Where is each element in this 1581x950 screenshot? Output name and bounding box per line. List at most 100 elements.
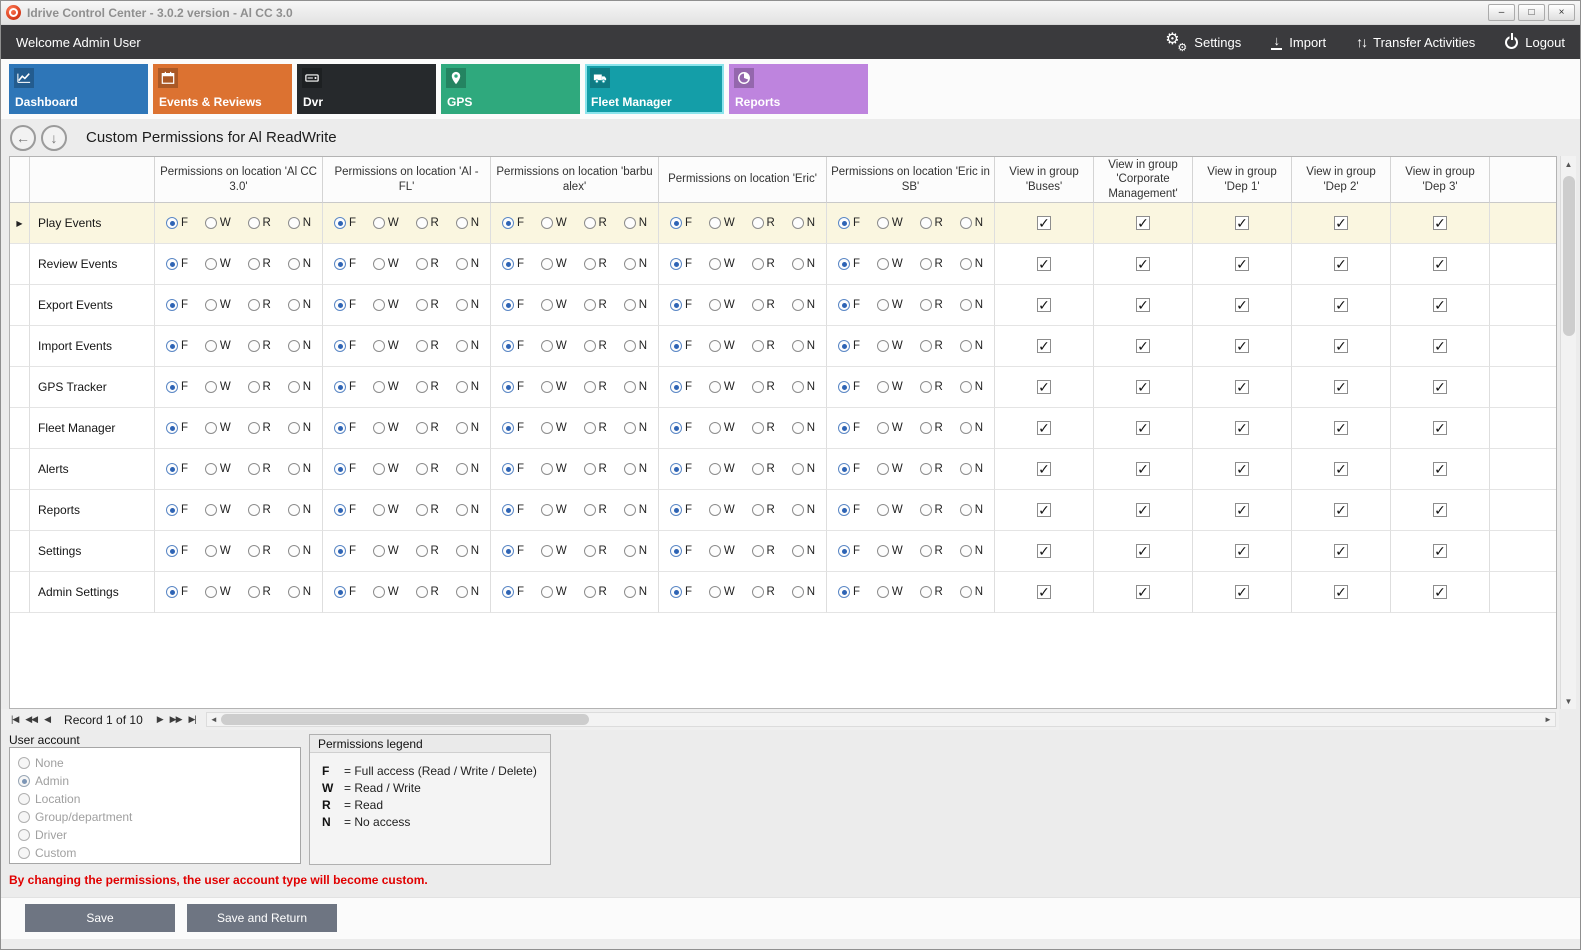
radio-button[interactable] bbox=[752, 381, 764, 393]
group-checkbox[interactable]: ✓ bbox=[1136, 421, 1150, 435]
permission-radio-w[interactable]: W bbox=[373, 217, 399, 229]
radio-button[interactable] bbox=[456, 422, 468, 434]
radio-button[interactable] bbox=[416, 422, 428, 434]
permission-radio-f[interactable]: F bbox=[838, 381, 860, 393]
radio-button[interactable] bbox=[584, 586, 596, 598]
permission-radio-f[interactable]: F bbox=[334, 299, 356, 311]
permission-radio-r[interactable]: R bbox=[416, 340, 439, 352]
permission-radio-n[interactable]: N bbox=[960, 545, 983, 557]
radio-button[interactable] bbox=[752, 422, 764, 434]
permission-radio-r[interactable]: R bbox=[416, 545, 439, 557]
permission-radio-f[interactable]: F bbox=[166, 381, 188, 393]
permission-radio-r[interactable]: R bbox=[752, 217, 775, 229]
permission-radio-n[interactable]: N bbox=[624, 422, 647, 434]
permission-radio-f[interactable]: F bbox=[502, 463, 524, 475]
radio-button[interactable] bbox=[792, 381, 804, 393]
radio-button[interactable] bbox=[456, 299, 468, 311]
permission-radio-f[interactable]: F bbox=[838, 217, 860, 229]
radio-button[interactable] bbox=[670, 422, 682, 434]
group-checkbox[interactable]: ✓ bbox=[1433, 462, 1447, 476]
nav-last-button[interactable]: ▶| bbox=[189, 714, 196, 725]
radio-button[interactable] bbox=[920, 463, 932, 475]
permission-radio-r[interactable]: R bbox=[752, 340, 775, 352]
radio-button[interactable] bbox=[416, 217, 428, 229]
permission-radio-w[interactable]: W bbox=[541, 545, 567, 557]
permission-radio-n[interactable]: N bbox=[792, 258, 815, 270]
radio-button[interactable] bbox=[624, 217, 636, 229]
permission-radio-w[interactable]: W bbox=[205, 422, 231, 434]
radio-button[interactable] bbox=[502, 340, 514, 352]
radio-button[interactable] bbox=[960, 463, 972, 475]
radio-button[interactable] bbox=[373, 586, 385, 598]
permission-radio-w[interactable]: W bbox=[709, 463, 735, 475]
permission-radio-f[interactable]: F bbox=[334, 340, 356, 352]
permission-radio-r[interactable]: R bbox=[248, 463, 271, 475]
permission-radio-f[interactable]: F bbox=[334, 258, 356, 270]
table-row[interactable]: Review EventsFWRNFWRNFWRNFWRNFWRN✓✓✓✓✓ bbox=[10, 244, 1556, 285]
permission-radio-w[interactable]: W bbox=[373, 504, 399, 516]
permission-radio-f[interactable]: F bbox=[166, 340, 188, 352]
permission-radio-r[interactable]: R bbox=[248, 340, 271, 352]
radio-button[interactable] bbox=[920, 545, 932, 557]
group-checkbox[interactable]: ✓ bbox=[1334, 380, 1348, 394]
nav-prev-button[interactable]: ◀ bbox=[44, 714, 50, 725]
radio-button[interactable] bbox=[752, 463, 764, 475]
radio-button[interactable] bbox=[373, 422, 385, 434]
permission-radio-n[interactable]: N bbox=[456, 340, 479, 352]
permission-radio-r[interactable]: R bbox=[752, 504, 775, 516]
logout-action[interactable]: Logout bbox=[1505, 35, 1565, 50]
permission-radio-f[interactable]: F bbox=[502, 258, 524, 270]
radio-button[interactable] bbox=[248, 258, 260, 270]
radio-button[interactable] bbox=[166, 463, 178, 475]
permission-radio-w[interactable]: W bbox=[205, 586, 231, 598]
permission-radio-r[interactable]: R bbox=[920, 545, 943, 557]
radio-button[interactable] bbox=[838, 258, 850, 270]
minimize-button[interactable]: – bbox=[1488, 4, 1515, 21]
group-checkbox[interactable]: ✓ bbox=[1235, 585, 1249, 599]
radio-button[interactable] bbox=[960, 258, 972, 270]
permission-radio-n[interactable]: N bbox=[624, 217, 647, 229]
permission-radio-r[interactable]: R bbox=[248, 504, 271, 516]
group-checkbox[interactable]: ✓ bbox=[1037, 380, 1051, 394]
radio-button[interactable] bbox=[792, 504, 804, 516]
permission-radio-n[interactable]: N bbox=[288, 299, 311, 311]
group-checkbox[interactable]: ✓ bbox=[1235, 544, 1249, 558]
permission-radio-w[interactable]: W bbox=[709, 422, 735, 434]
permission-radio-f[interactable]: F bbox=[166, 463, 188, 475]
radio-button[interactable] bbox=[373, 381, 385, 393]
group-checkbox[interactable]: ✓ bbox=[1235, 421, 1249, 435]
permission-radio-w[interactable]: W bbox=[541, 299, 567, 311]
permission-radio-r[interactable]: R bbox=[752, 258, 775, 270]
radio-button[interactable] bbox=[334, 504, 346, 516]
permission-radio-f[interactable]: F bbox=[166, 586, 188, 598]
radio-button[interactable] bbox=[541, 504, 553, 516]
radio-button[interactable] bbox=[288, 586, 300, 598]
permission-radio-r[interactable]: R bbox=[416, 586, 439, 598]
permission-radio-n[interactable]: N bbox=[456, 586, 479, 598]
permission-radio-w[interactable]: W bbox=[709, 586, 735, 598]
radio-button[interactable] bbox=[502, 504, 514, 516]
table-row[interactable]: SettingsFWRNFWRNFWRNFWRNFWRN✓✓✓✓✓ bbox=[10, 531, 1556, 572]
close-button[interactable]: × bbox=[1548, 4, 1575, 21]
group-checkbox[interactable]: ✓ bbox=[1136, 503, 1150, 517]
permission-radio-w[interactable]: W bbox=[541, 340, 567, 352]
permission-radio-r[interactable]: R bbox=[248, 422, 271, 434]
tab-dashboard[interactable]: Dashboard bbox=[9, 64, 148, 114]
maximize-button[interactable]: □ bbox=[1518, 4, 1545, 21]
permission-radio-w[interactable]: W bbox=[541, 217, 567, 229]
table-row[interactable]: GPS TrackerFWRNFWRNFWRNFWRNFWRN✓✓✓✓✓ bbox=[10, 367, 1556, 408]
radio-button[interactable] bbox=[838, 217, 850, 229]
permission-radio-f[interactable]: F bbox=[334, 586, 356, 598]
table-row[interactable]: ReportsFWRNFWRNFWRNFWRNFWRN✓✓✓✓✓ bbox=[10, 490, 1556, 531]
radio-button[interactable] bbox=[670, 299, 682, 311]
nav-prev-page-button[interactable]: ◀◀ bbox=[25, 714, 37, 725]
permission-radio-f[interactable]: F bbox=[838, 299, 860, 311]
radio-button[interactable] bbox=[541, 463, 553, 475]
radio-button[interactable] bbox=[877, 504, 889, 516]
permission-radio-n[interactable]: N bbox=[624, 504, 647, 516]
radio-button[interactable] bbox=[584, 463, 596, 475]
group-checkbox[interactable]: ✓ bbox=[1235, 503, 1249, 517]
permission-radio-w[interactable]: W bbox=[205, 545, 231, 557]
group-checkbox[interactable]: ✓ bbox=[1136, 462, 1150, 476]
permission-radio-r[interactable]: R bbox=[752, 586, 775, 598]
